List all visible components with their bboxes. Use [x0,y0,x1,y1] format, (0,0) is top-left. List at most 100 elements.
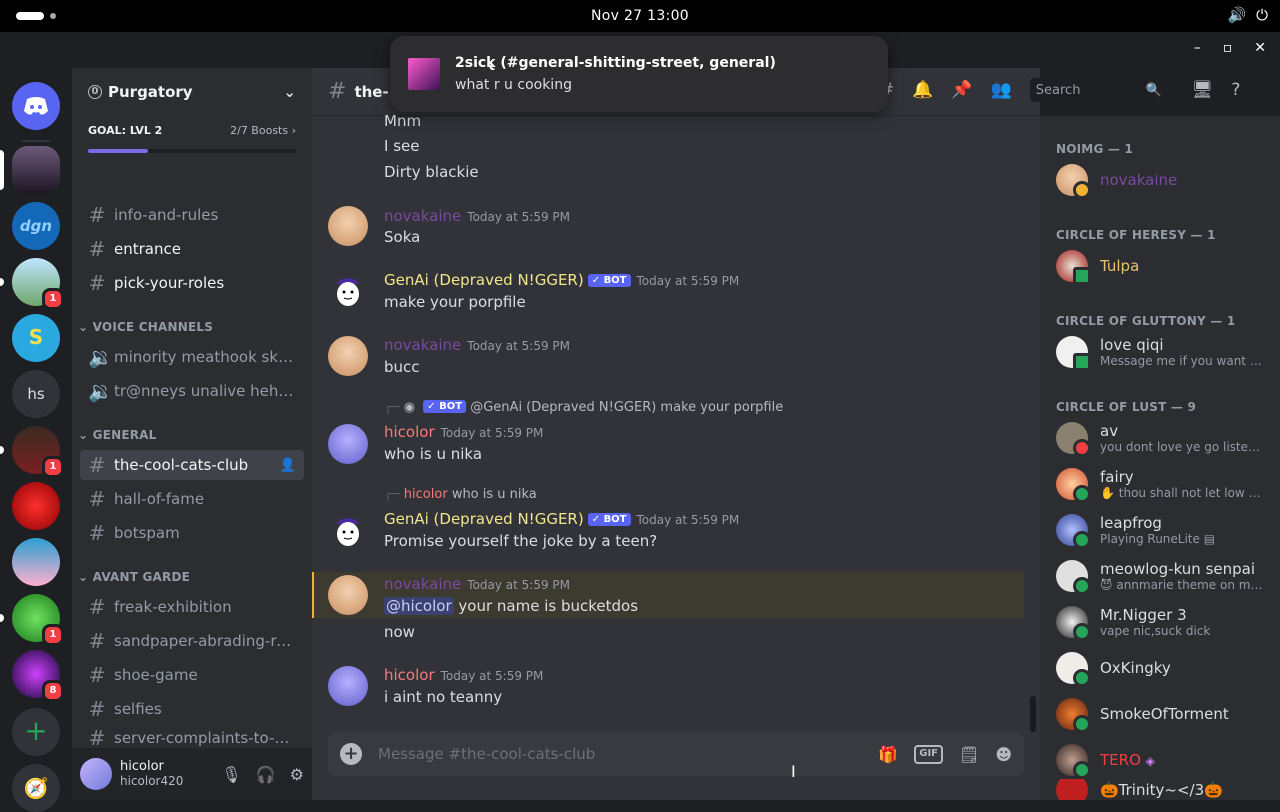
bell-icon[interactable]: 🔔 [912,80,933,100]
unread-pip-2 [0,446,4,454]
member-item[interactable]: fairy✋ thou shall not let low vibin... [1048,463,1272,505]
server-ss[interactable]: S [12,314,60,362]
gift-icon[interactable]: 🎁 [878,745,898,764]
add-server-button[interactable]: + [12,708,60,756]
author-name[interactable]: GenAi (Depraved N!GGER) [384,271,584,289]
server-green[interactable]: 1 [12,594,64,646]
volume-icon[interactable]: 🔊 [1227,6,1246,24]
server-girl[interactable] [12,538,60,586]
microphone-icon[interactable]: 🎙 [221,765,241,784]
channel-pick-your-roles[interactable]: # pick-your-roles [80,268,304,298]
emoji-icon[interactable]: ☻ [995,745,1012,764]
headphones-icon[interactable]: 🎧 [256,765,276,784]
home-button[interactable] [12,82,60,130]
notification-title: 2sick̢ (#general-shitting-street, genera… [455,55,776,71]
bot-avatar[interactable] [328,510,368,550]
category-voice-channels[interactable]: ⌄ VOICE CHANNELS [78,320,213,334]
guild-header[interactable]: 0 Purgatory ⌄ [72,68,312,116]
member-item[interactable]: avyou dont love ye go listen to d... [1048,417,1272,459]
author-name[interactable]: hicolor [384,423,435,441]
maximize-icon[interactable]: ▫ [1223,40,1233,56]
close-icon[interactable]: ✕ [1254,40,1266,56]
avatar[interactable] [80,758,112,790]
search-input[interactable] [1035,82,1146,98]
channel-hall-of-fame[interactable]: # hall-of-fame [80,484,304,514]
category-general[interactable]: ⌄ GENERAL [78,428,157,442]
channel-entrance[interactable]: # entrance [80,234,304,264]
avatar[interactable] [328,666,368,706]
category-avant-garde[interactable]: ⌄ AVANT GARDE [78,570,190,584]
invite-icon[interactable]: 👤 [280,458,296,473]
author-name[interactable]: GenAi (Depraved N!GGER) [384,510,584,528]
pin-icon[interactable]: 📌 [951,80,972,100]
member-item[interactable]: meowlog-kun senpai 😈 annmarie theme on my… [1048,555,1272,597]
bot-face-icon [336,518,360,546]
server-purgatory[interactable] [12,146,60,194]
user-names[interactable]: hicolor hicolor420 [120,759,183,789]
inbox-icon[interactable]: 🖥 [1192,80,1214,100]
server-anime[interactable]: 1 [12,258,64,310]
system-tray[interactable]: 🔊 ⏻ [1227,6,1268,24]
explore-icon[interactable]: 🧭 [12,764,60,812]
author-name[interactable]: novakaine [384,336,461,354]
system-clock[interactable]: Nov 27 13:00 [591,8,689,24]
message-input[interactable] [378,745,879,763]
search-box[interactable]: 🔍 [1029,78,1174,102]
channel-botspam[interactable]: # botspam [80,518,304,548]
member-item[interactable]: TERO ◈ [1048,739,1272,781]
member-item[interactable]: Tulpa [1048,245,1272,287]
member-item[interactable]: love qiqiMessage me if you want to pla..… [1048,331,1272,373]
chevron-down-icon: ⌄ [283,83,296,101]
channel-server-complaints[interactable]: # server-complaints-to-go... [80,728,304,748]
channel-the-cool-cats-club[interactable]: # the-cool-cats-club 👤 [80,450,304,480]
member-status: vape nic,suck dick [1100,624,1211,638]
channel-sandpaper[interactable]: # sandpaper-abrading-roo... [80,626,304,656]
member-item[interactable]: SmokeOfTorment [1048,693,1272,735]
help-icon[interactable]: ? [1231,80,1240,100]
reply-preview[interactable]: ┌─ hicolor who is u nika [384,487,537,502]
power-icon[interactable]: ⏻ [1256,6,1268,24]
activities-indicator[interactable] [16,12,44,20]
author-name[interactable]: novakaine [384,207,461,225]
voice-channel-1[interactable]: 🔉 minority meathook ski lif... [80,342,304,372]
avatar[interactable] [328,206,368,246]
member-item[interactable]: 🎃Trinity~</3🎃 [1048,779,1272,800]
avatar[interactable] [328,575,368,615]
server-rose[interactable] [12,482,60,530]
boost-goal[interactable]: GOAL: LVL 2 2/7 Boosts › [72,116,312,161]
member-item[interactable]: novakaine [1048,159,1272,201]
upload-plus-button[interactable]: + [340,743,362,765]
message-text: Promise yourself the joke by a teen? [384,532,658,550]
server-hs[interactable]: hs [12,370,60,418]
server-tent[interactable]: 1 [12,426,64,478]
gif-button[interactable]: GIF [914,744,943,764]
user-mention[interactable]: @hicolor [384,597,454,615]
members-icon[interactable]: 👥 [991,80,1012,100]
channel-shoe-game[interactable]: # shoe-game [80,660,304,690]
channel-selfies[interactable]: # selfies [80,694,304,724]
minimize-icon[interactable]: – [1194,40,1201,56]
author-name[interactable]: hicolor [384,666,435,684]
member-item[interactable]: OxKingky [1048,647,1272,689]
sticker-icon[interactable]: 🗒 [959,745,979,764]
author-name[interactable]: novakaine [384,575,461,593]
bot-avatar[interactable] [328,270,368,310]
avatar[interactable] [328,424,368,464]
member-item[interactable]: Mr.Nigger 3 vape nic,suck dick [1048,601,1272,643]
reply-preview[interactable]: ┌─ ◉ ✓ BOT @GenAi (Depraved N!GGER) make… [384,400,783,415]
channel-freak-exhibition[interactable]: # freak-exhibition [80,592,304,622]
category-label: VOICE CHANNELS [92,320,214,334]
server-dgn[interactable]: dgn [12,202,60,250]
member-status: Playing RuneLite ▤ [1100,532,1264,546]
channel-info-and-rules[interactable]: # info-and-rules [80,200,304,230]
voice-channel-2[interactable]: 🔉 tr@nneys unalive heheh... [80,376,304,406]
member-name: love qiqi [1100,336,1164,354]
notification-popup[interactable]: 2sick̢ (#general-shitting-street, genera… [390,36,888,112]
scrollbar[interactable] [1030,696,1036,732]
avatar[interactable] [328,336,368,376]
member-item[interactable]: leapfrog Playing RuneLite ▤ [1048,509,1272,551]
server-burst[interactable]: 8 [12,650,64,702]
gear-icon[interactable]: ⚙ [290,765,304,784]
member-status: Message me if you want to pla... [1100,354,1264,368]
channel-label: botspam [114,524,180,542]
